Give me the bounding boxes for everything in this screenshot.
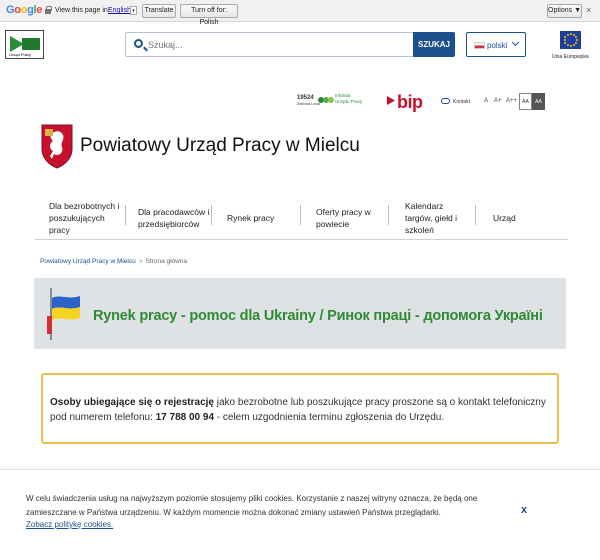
infolinia-number[interactable]: 19524 Zielona Linia [297,95,320,106]
eu-star-icon [566,44,569,47]
font-size-large[interactable]: A+ [494,98,502,104]
close-icon[interactable]: × [586,5,591,15]
eu-star-icon [569,33,572,35]
search-icon [134,39,143,48]
crest-icon [41,124,73,169]
eu-star-icon [566,33,569,36]
infolinia-link[interactable]: Infolinia Urzędu Pracy [335,93,362,105]
turn-off-button[interactable]: Turn off for: Polish [180,4,238,26]
google-logo: Google [6,4,43,16]
lock-icon [45,6,52,14]
nav-divider [475,205,476,225]
nav-item-job-offers[interactable]: Oferty pracy w powiecie [316,195,380,240]
eu-label: Unia Europejska [552,54,589,60]
bip-link[interactable]: bip [397,92,423,113]
notice-phone: 17 788 00 94 [155,412,215,423]
nav-item-labour-market[interactable]: Rynek pracy [227,195,282,240]
language-dropdown-icon[interactable]: ▾ [130,6,137,15]
cookie-policy-link[interactable]: Zobacz politykę cookies. [26,520,113,529]
translate-bar: Google View this page in: English ▾ Tran… [0,0,600,26]
eu-star-icon [575,39,578,41]
nav-item-employers[interactable]: Dla pracodawców i przedsiębiorców [138,195,210,240]
eu-flag-icon [560,31,581,49]
cookie-bar: W celu świadczenia usług na najwyższym p… [0,469,600,560]
nav-divider [388,205,389,225]
language-selected-label: polski [487,41,508,50]
nav-item-calendar[interactable]: Kalendarz targów, giełd i szkoleń [405,195,465,240]
eu-star-icon [572,44,575,47]
site-logo[interactable]: Urząd Pracy [5,30,44,59]
breadcrumb: Powiatowy Urząd Pracy w Mielcu > Strona gł… [40,258,187,265]
cookie-text: W celu świadczenia usług na najwyższym p… [26,494,478,517]
font-size-xlarge[interactable]: A++ [506,98,517,104]
nav-divider [300,205,301,225]
eu-star-icon [574,42,577,44]
eu-star-icon [569,45,572,47]
registration-notice: Osoby ubiegające się o rejestrację jako … [41,373,559,444]
ukraine-flag-icon [47,288,80,340]
notice-bold-text: Osoby ubiegające się o rejestrację [50,397,214,408]
contrast-high-button[interactable]: AA [532,93,545,110]
options-button[interactable]: Options ▼ [547,4,582,18]
eu-star-icon [564,42,567,44]
font-size-normal[interactable]: A [484,98,488,104]
breadcrumb-home-link[interactable]: Powiatowy Urząd Pracy w Mielcu [40,258,136,265]
translate-button[interactable]: Translate [142,4,176,18]
language-select[interactable]: polski [466,32,526,57]
contact-link[interactable]: Kontakt [453,99,470,105]
contrast-normal-button[interactable]: AA [519,93,532,110]
contact-icon[interactable] [441,98,450,104]
breadcrumb-current: Strona główna [145,258,188,265]
translate-language-link[interactable]: English [108,7,131,14]
eu-star-icon [574,36,577,38]
close-icon[interactable]: x [521,504,527,516]
poland-flag-icon [474,42,485,49]
bip-mark-icon [387,96,395,105]
search-input[interactable] [148,36,408,54]
eu-star-icon [563,39,566,41]
nav-item-unemployed[interactable]: Dla bezrobotnych i poszukujących pracy [49,195,127,240]
translate-view-label: View this page in: [55,7,110,14]
ukraine-help-banner[interactable]: Rynek pracy - pomoc dla Ukrainy / Ринок … [34,278,566,349]
search-button[interactable]: SZUKAJ [413,32,455,57]
chevron-down-icon [511,38,520,47]
logo-caption: Urząd Pracy [9,52,32,57]
main-nav: Dla bezrobotnych i poszukujących pracy D… [35,195,568,240]
nav-divider [125,205,126,225]
breadcrumb-separator: > [138,258,143,265]
nav-item-office[interactable]: Urząd [493,195,533,240]
eu-star-icon [564,36,567,38]
search-box [125,32,415,57]
infolinia-logo-icon [318,94,334,106]
banner-title: Rynek pracy - pomoc dla Ukrainy / Ринок … [93,308,543,324]
notice-text-2: - celem uzgodnienia terminu zgłoszenia d… [214,412,445,423]
page-title: Powiatowy Urząd Pracy w Mielcu [80,135,360,156]
nav-divider [211,205,212,225]
